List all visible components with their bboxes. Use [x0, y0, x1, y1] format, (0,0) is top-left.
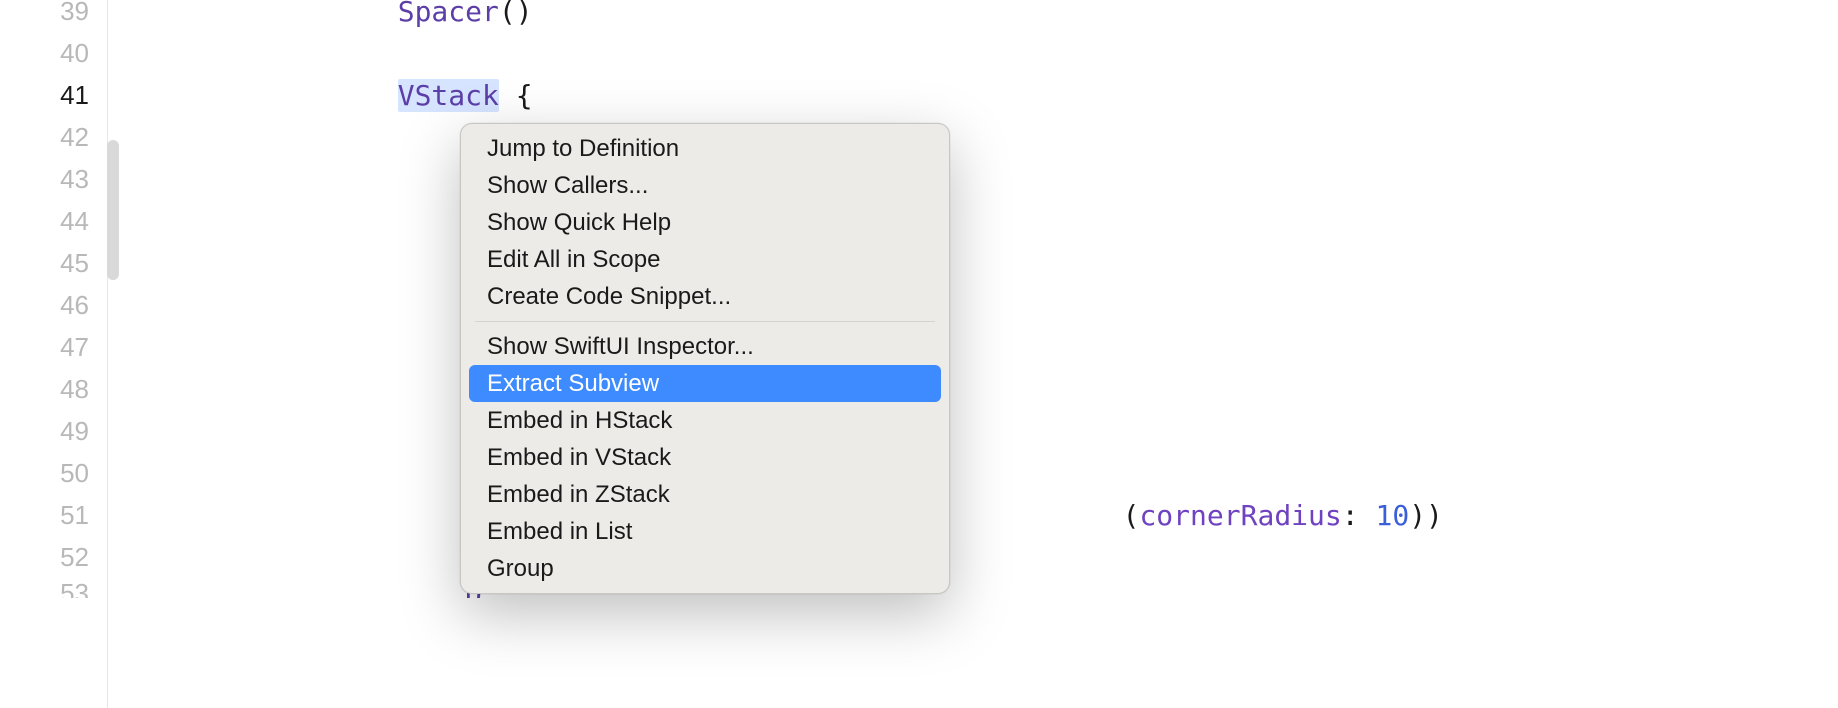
code-line[interactable]	[128, 368, 1838, 410]
line-number[interactable]: 48	[0, 368, 89, 410]
menu-item-show-callers[interactable]: Show Callers...	[469, 167, 941, 204]
code-text-area[interactable]: Spacer() VStack { B } }	[108, 0, 1838, 708]
line-number[interactable]: 47	[0, 326, 89, 368]
line-number[interactable]: 51	[0, 494, 89, 536]
line-number[interactable]: 53	[0, 578, 89, 598]
menu-item-create-snippet[interactable]: Create Code Snippet...	[469, 278, 941, 315]
menu-item-edit-all-scope[interactable]: Edit All in Scope	[469, 241, 941, 278]
line-number[interactable]: 45	[0, 242, 89, 284]
menu-item-extract-subview[interactable]: Extract Subview	[469, 365, 941, 402]
code-line[interactable]	[128, 326, 1838, 368]
line-number[interactable]: 49	[0, 410, 89, 452]
code-line[interactable]	[128, 452, 1838, 494]
line-number[interactable]: 43	[0, 158, 89, 200]
code-line[interactable]: (cornerRadius: 10))	[128, 494, 1838, 536]
selected-token: VStack	[398, 79, 499, 112]
code-line[interactable]: VStack {	[128, 74, 1838, 116]
code-line[interactable]: }	[128, 284, 1838, 326]
line-number[interactable]: 39	[0, 0, 89, 32]
line-number[interactable]: 40	[0, 32, 89, 74]
line-number[interactable]: 44	[0, 200, 89, 242]
line-number[interactable]: 52	[0, 536, 89, 578]
line-number-current[interactable]: 41	[0, 74, 89, 116]
menu-item-show-quick-help[interactable]: Show Quick Help	[469, 204, 941, 241]
argument-label: cornerRadius	[1139, 499, 1341, 532]
menu-item-embed-list[interactable]: Embed in List	[469, 513, 941, 550]
code-line[interactable]: B	[128, 116, 1838, 158]
code-line[interactable]	[128, 536, 1838, 578]
menu-item-embed-vstack[interactable]: Embed in VStack	[469, 439, 941, 476]
code-line[interactable]	[128, 242, 1838, 284]
code-line[interactable]: D	[128, 578, 1838, 598]
code-line[interactable]: }	[128, 200, 1838, 242]
line-gutter: 38 39 40 41 42 43 44 45 46 47 48 49 50 5…	[0, 0, 108, 708]
code-line[interactable]: Spacer()	[128, 0, 1838, 32]
context-menu: Jump to Definition Show Callers... Show …	[460, 123, 950, 594]
menu-item-embed-hstack[interactable]: Embed in HStack	[469, 402, 941, 439]
menu-item-embed-zstack[interactable]: Embed in ZStack	[469, 476, 941, 513]
code-line[interactable]	[128, 158, 1838, 200]
menu-item-jump-definition[interactable]: Jump to Definition	[469, 130, 941, 167]
code-line[interactable]	[128, 410, 1838, 452]
menu-separator	[475, 321, 935, 322]
number-literal: 10	[1375, 499, 1409, 532]
line-number[interactable]: 46	[0, 284, 89, 326]
code-line[interactable]	[128, 32, 1838, 74]
line-number[interactable]: 42	[0, 116, 89, 158]
type-token: Spacer	[398, 0, 499, 28]
line-number[interactable]: 50	[0, 452, 89, 494]
menu-item-group[interactable]: Group	[469, 550, 941, 587]
menu-item-swiftui-inspector[interactable]: Show SwiftUI Inspector...	[469, 328, 941, 365]
